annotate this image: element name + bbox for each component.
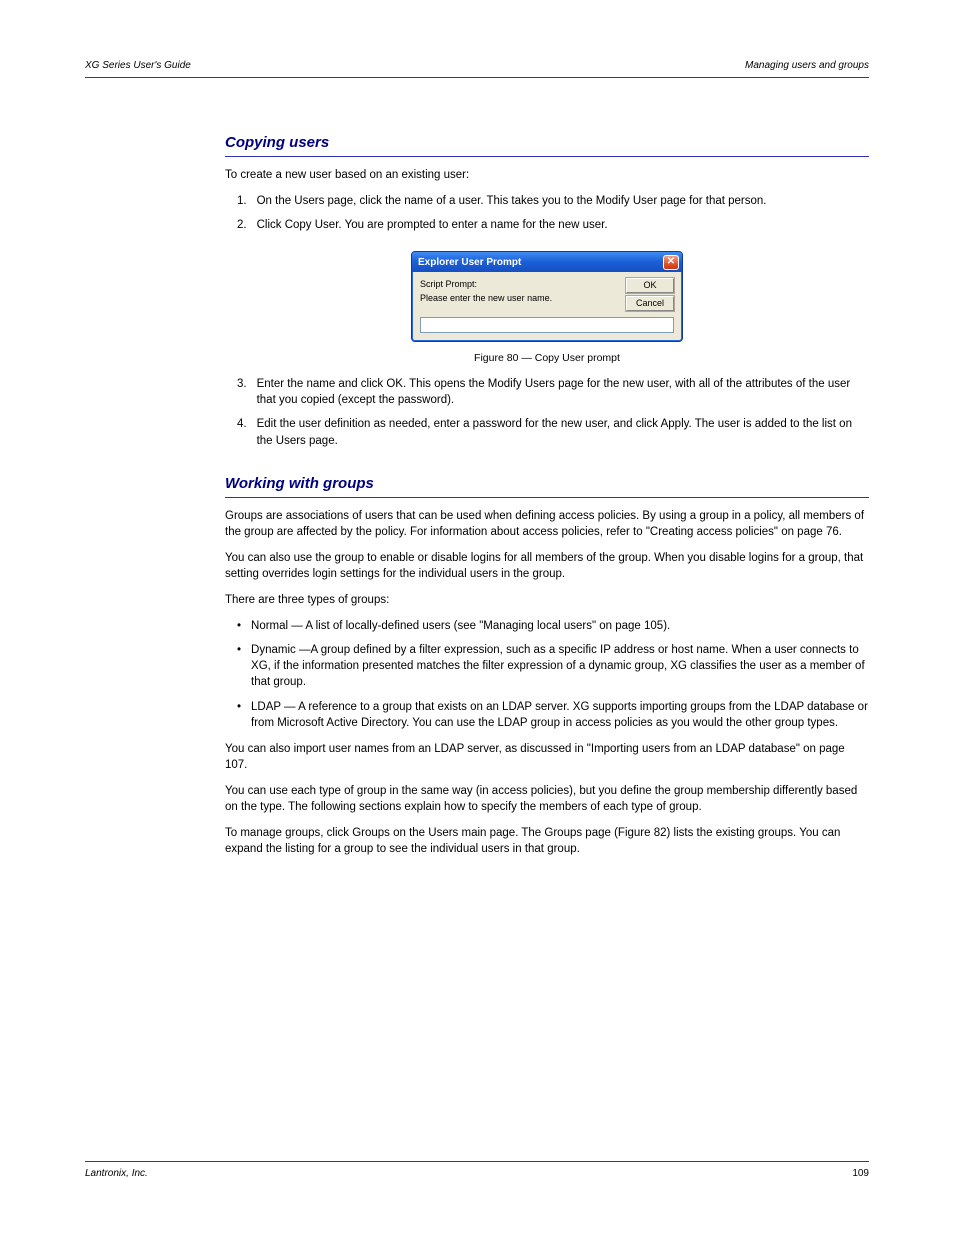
groups-p5: You can use each type of group in the sa… bbox=[225, 783, 869, 815]
header-left: XG Series User's Guide bbox=[85, 60, 191, 71]
dialog-titlebar[interactable]: Explorer User Prompt ✕ bbox=[412, 252, 682, 272]
step-2-text: Click Copy User. You are prompted to ent… bbox=[257, 217, 869, 233]
cancel-button[interactable]: Cancel bbox=[626, 296, 674, 311]
step-number-2: 2. bbox=[237, 217, 247, 233]
page-header: XG Series User's Guide Managing users an… bbox=[85, 60, 869, 78]
groups-p3: There are three types of groups: bbox=[225, 592, 869, 608]
bullet-mark: • bbox=[237, 699, 241, 731]
section-title-copying-users: Copying users bbox=[225, 134, 869, 157]
close-icon[interactable]: ✕ bbox=[663, 255, 679, 270]
bullet-mark: • bbox=[237, 618, 241, 634]
ok-button[interactable]: OK bbox=[626, 278, 674, 293]
step-1-text: On the Users page, click the name of a u… bbox=[257, 193, 869, 209]
page-footer: Lantronix, Inc. 109 bbox=[85, 1161, 869, 1179]
step-number-3: 3. bbox=[237, 376, 247, 408]
script-prompt-label: Script Prompt: bbox=[420, 278, 552, 292]
group-type-dynamic: Dynamic —A group defined by a filter exp… bbox=[251, 642, 869, 690]
user-name-input[interactable] bbox=[420, 317, 674, 333]
group-type-normal: Normal — A list of locally-defined users… bbox=[251, 618, 869, 634]
dialog-title: Explorer User Prompt bbox=[418, 257, 521, 268]
group-type-ldap: LDAP — A reference to a group that exist… bbox=[251, 699, 869, 731]
footer-company: Lantronix, Inc. bbox=[85, 1168, 148, 1179]
groups-p4: You can also import user names from an L… bbox=[225, 741, 869, 773]
header-right: Managing users and groups bbox=[745, 60, 869, 71]
copy-users-intro: To create a new user based on an existin… bbox=[225, 167, 869, 183]
footer-page-number: 109 bbox=[852, 1168, 869, 1179]
explorer-user-prompt-dialog: Explorer User Prompt ✕ Script Prompt: Pl… bbox=[411, 251, 683, 342]
bullet-mark: • bbox=[237, 642, 241, 690]
groups-p1: Groups are associations of users that ca… bbox=[225, 508, 869, 540]
step-3-text: Enter the name and click OK. This opens … bbox=[257, 376, 869, 408]
section-title-groups: Working with groups bbox=[225, 475, 869, 498]
dialog-message: Please enter the new user name. bbox=[420, 292, 552, 306]
step-number-1: 1. bbox=[237, 193, 247, 209]
groups-p6: To manage groups, click Groups on the Us… bbox=[225, 825, 869, 857]
step-4-text: Edit the user definition as needed, ente… bbox=[257, 416, 869, 448]
step-number-4: 4. bbox=[237, 416, 247, 448]
figure-caption: Figure 80 — Copy User prompt bbox=[225, 352, 869, 364]
figure-copy-user-dialog: Explorer User Prompt ✕ Script Prompt: Pl… bbox=[225, 251, 869, 342]
groups-p2: You can also use the group to enable or … bbox=[225, 550, 869, 582]
